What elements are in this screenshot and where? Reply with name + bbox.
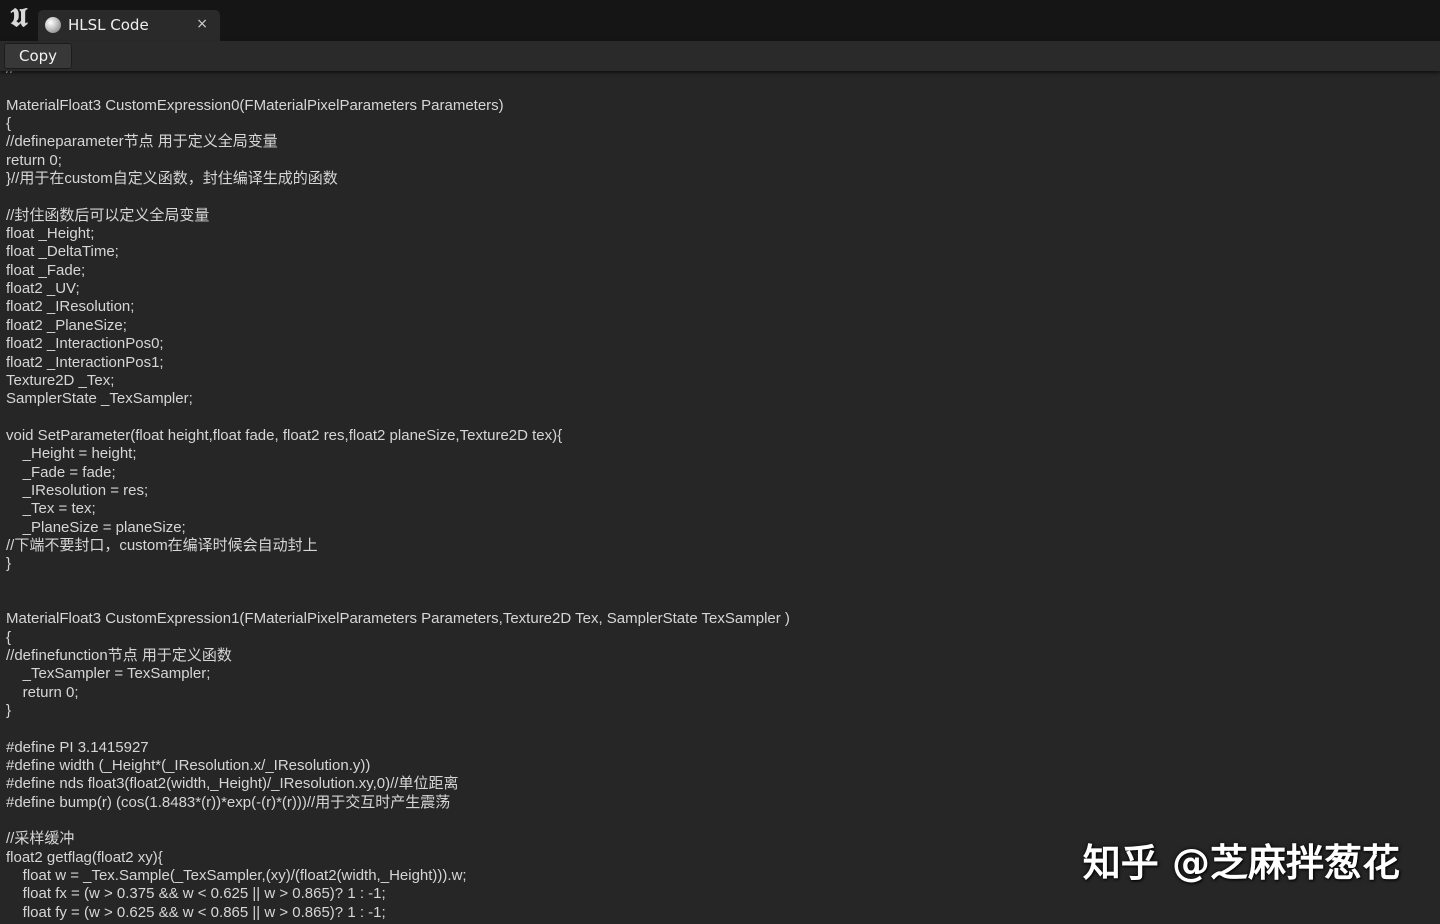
- material-sphere-icon: [45, 17, 61, 33]
- unreal-engine-logo-icon[interactable]: 𝖀: [5, 3, 33, 33]
- copy-button[interactable]: Copy: [4, 43, 72, 69]
- code-view[interactable]: // MaterialFloat3 CustomExpression0(FMat…: [0, 71, 1440, 924]
- hlsl-code-text[interactable]: // MaterialFloat3 CustomExpression0(FMat…: [6, 71, 790, 922]
- tab-title: HLSL Code: [68, 16, 149, 34]
- toolbar: Copy: [0, 41, 1440, 71]
- tab-hlsl-code[interactable]: HLSL Code ×: [38, 10, 220, 41]
- close-icon[interactable]: ×: [196, 15, 208, 34]
- title-bar: 𝖀 HLSL Code ×: [0, 0, 1440, 41]
- watermark: 知乎 @芝麻拌葱花: [1082, 841, 1400, 885]
